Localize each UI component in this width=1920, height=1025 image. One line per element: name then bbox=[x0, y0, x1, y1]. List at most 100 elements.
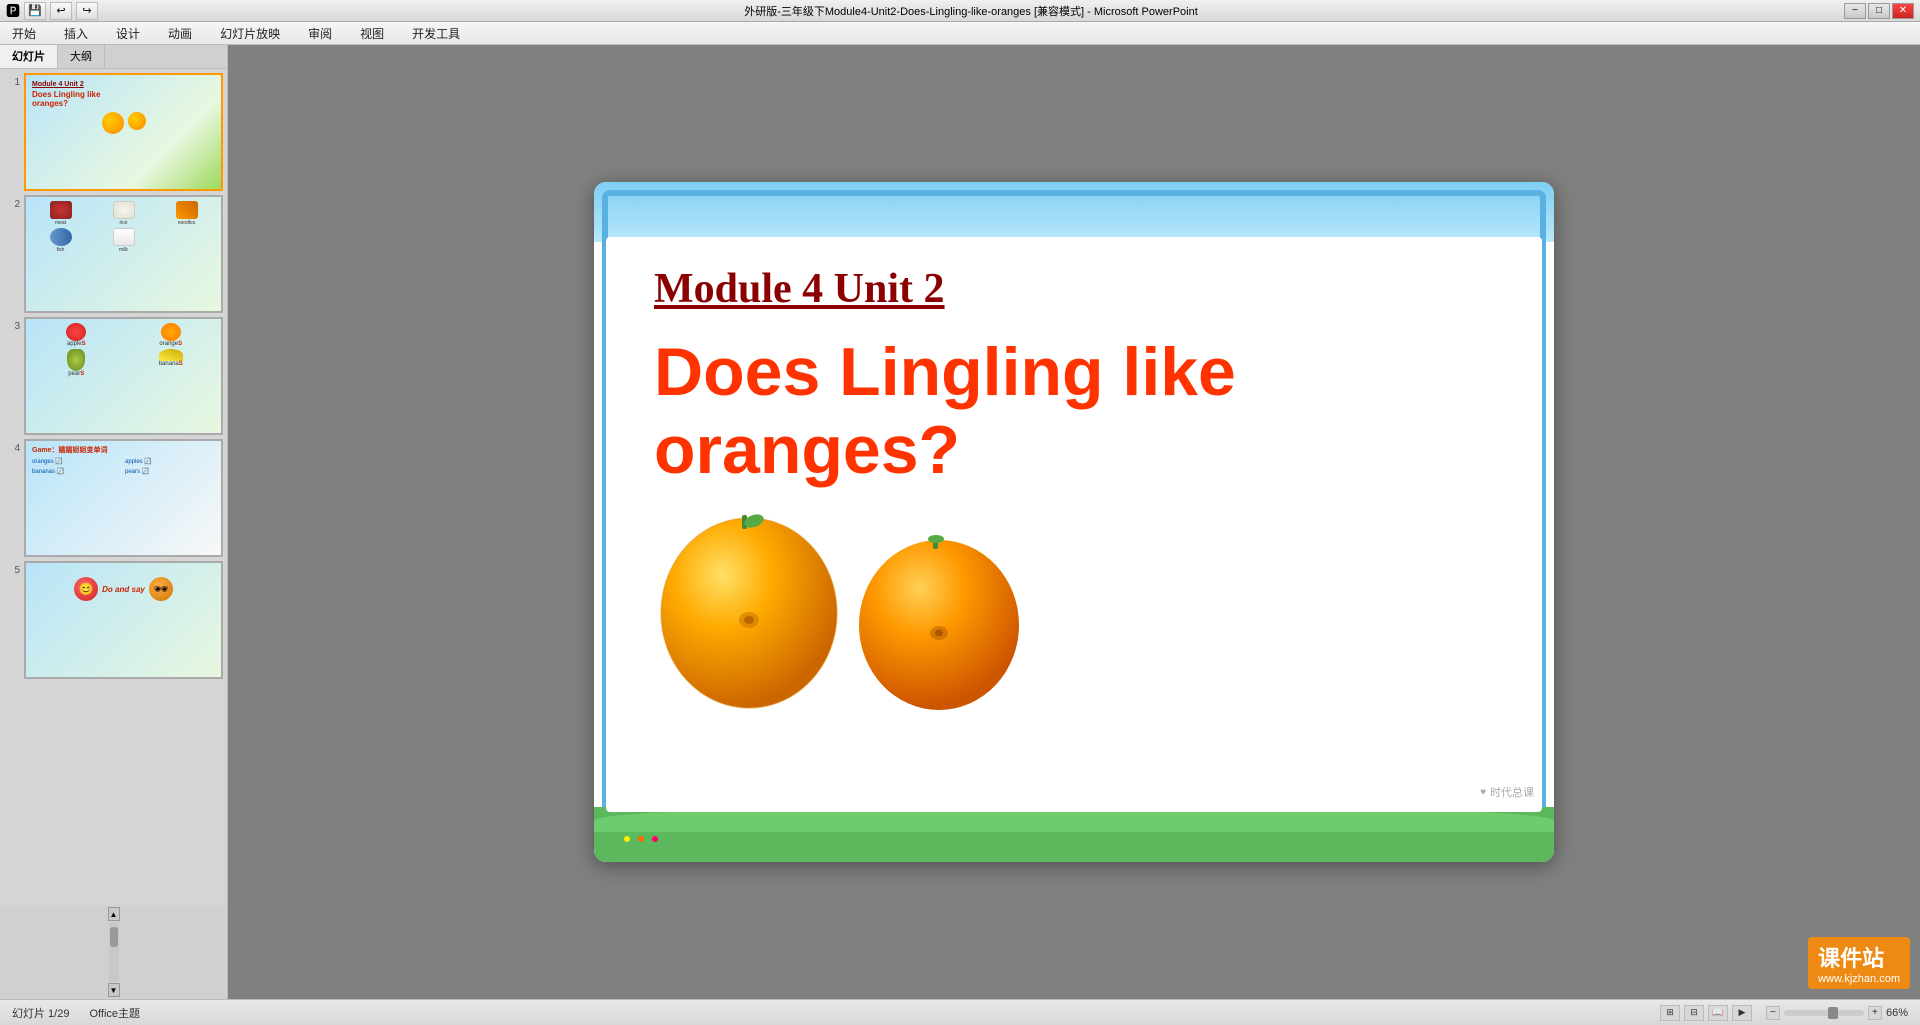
slide-thumb-1[interactable]: 1 Module 4 Unit 2 Does Lingling likeoran… bbox=[4, 73, 223, 191]
word-bananas: bananas 🔄 bbox=[32, 468, 122, 475]
zoom-slider-thumb[interactable] bbox=[1828, 1007, 1838, 1019]
slide-num-2: 2 bbox=[4, 195, 20, 210]
do-say-text: Do and say bbox=[102, 585, 145, 594]
slide-img-4[interactable]: Game：嬉嬉姐姐变单词 oranges 🔄 apples 🔄 bananas … bbox=[24, 439, 223, 557]
tab-slides[interactable]: 幻灯片 bbox=[0, 45, 58, 68]
slide-img-3[interactable]: appleS orangeS pearS bbox=[24, 317, 223, 435]
slide-thumb-4[interactable]: 4 Game：嬉嬉姐姐变单词 oranges 🔄 apples 🔄 banana… bbox=[4, 439, 223, 557]
scroll-thumb[interactable] bbox=[110, 927, 118, 947]
panel-tabs: 幻灯片 大纲 bbox=[0, 45, 227, 69]
slide-sorter-btn[interactable]: ⊟ bbox=[1684, 1005, 1704, 1021]
undo-quick-btn[interactable]: ↩ bbox=[50, 2, 72, 20]
rice-icon bbox=[113, 201, 135, 219]
menu-view[interactable]: 视图 bbox=[354, 23, 390, 44]
zoom-level: 66% bbox=[1886, 1007, 1908, 1019]
fruit-apples: appleS bbox=[30, 323, 123, 347]
do-say-icon2: 🕶 bbox=[149, 577, 173, 601]
app-icon: 🅿 bbox=[6, 1, 20, 21]
fruits-grid: appleS orangeS pearS bbox=[30, 323, 217, 377]
fruit-oranges: orangeS bbox=[125, 323, 218, 347]
thumb1-title: Module 4 Unit 2 bbox=[32, 81, 215, 88]
sky-strip bbox=[594, 182, 1554, 242]
theme-name: Office主题 bbox=[89, 1005, 140, 1021]
slide-thumb-2[interactable]: 2 meat rice bbox=[4, 195, 223, 313]
do-say-icon1: 😊 bbox=[74, 577, 98, 601]
apple-icon bbox=[66, 323, 86, 341]
close-button[interactable]: ✕ bbox=[1892, 3, 1914, 19]
fruit-pears: pearS bbox=[30, 349, 123, 377]
scroll-controls: ▲ ▼ bbox=[0, 905, 227, 999]
fish-label: fish bbox=[57, 247, 65, 253]
grass-decorations bbox=[624, 836, 658, 842]
menu-slideshow[interactable]: 幻灯片放映 bbox=[214, 23, 286, 44]
window-title: 外研版-三年级下Module4-Unit2-Does-Lingling-like… bbox=[98, 3, 1844, 19]
save-quick-btn[interactable]: 💾 bbox=[24, 2, 46, 20]
food-fish: fish bbox=[30, 228, 91, 253]
word-pears: pears 🔄 bbox=[125, 468, 215, 475]
slide-count: 幻灯片 1/29 bbox=[12, 1005, 69, 1021]
milk-icon bbox=[113, 228, 135, 246]
scroll-up[interactable]: ▲ bbox=[108, 907, 120, 921]
slide-img-2[interactable]: meat rice noodles bbox=[24, 195, 223, 313]
thumb1-orange-1 bbox=[102, 112, 124, 134]
slide-question: Does Lingling like oranges? bbox=[654, 333, 1236, 489]
main-area: 幻灯片 大纲 1 Module 4 Unit 2 Does Lingling l… bbox=[0, 45, 1920, 999]
slide-thumb-3[interactable]: 3 appleS orangeS bbox=[4, 317, 223, 435]
menu-review[interactable]: 审阅 bbox=[302, 23, 338, 44]
zoom-track bbox=[1784, 1010, 1864, 1016]
slide-num-1: 1 bbox=[4, 73, 20, 88]
redo-quick-btn[interactable]: ↪ bbox=[76, 2, 98, 20]
thumb1-oranges bbox=[32, 112, 215, 134]
food-milk: milk bbox=[93, 228, 154, 253]
scroll-track bbox=[109, 922, 119, 982]
slideshow-btn[interactable]: ▶ bbox=[1732, 1005, 1752, 1021]
tab-outline[interactable]: 大纲 bbox=[58, 45, 105, 68]
menu-start[interactable]: 开始 bbox=[6, 23, 42, 44]
food-meat: meat bbox=[30, 201, 91, 226]
word-apples: apples 🔄 bbox=[125, 458, 215, 465]
reading-view-btn[interactable]: 📖 bbox=[1708, 1005, 1728, 1021]
zoom-in-btn[interactable]: + bbox=[1868, 1006, 1882, 1020]
slide-title: Module 4 Unit 2 bbox=[654, 265, 945, 313]
fruit-bananas: bananaS bbox=[125, 349, 218, 377]
thumb1-orange-2 bbox=[128, 112, 146, 130]
maximize-button[interactable]: □ bbox=[1868, 3, 1890, 19]
food-noodles: noodles bbox=[156, 201, 217, 226]
zoom-out-btn[interactable]: − bbox=[1766, 1006, 1780, 1020]
slide-img-5[interactable]: 😊 Do and say 🕶 bbox=[24, 561, 223, 679]
meat-icon bbox=[50, 201, 72, 219]
menu-animation[interactable]: 动画 bbox=[162, 23, 198, 44]
menu-design[interactable]: 设计 bbox=[110, 23, 146, 44]
food-rice: rice bbox=[93, 201, 154, 226]
orange-svg-left bbox=[654, 505, 844, 715]
question-line2: oranges? bbox=[654, 412, 960, 488]
slide-num-3: 3 bbox=[4, 317, 20, 332]
slide-img-1[interactable]: Module 4 Unit 2 Does Lingling likeorange… bbox=[24, 73, 223, 191]
normal-view-btn[interactable]: ⊞ bbox=[1660, 1005, 1680, 1021]
thumb1-subtitle: Does Lingling likeoranges? bbox=[32, 90, 215, 108]
slide-thumb-5[interactable]: 5 😊 Do and say 🕶 bbox=[4, 561, 223, 679]
ribbon-area: 开始 插入 设计 动画 幻灯片放映 审阅 视图 开发工具 bbox=[0, 22, 1920, 45]
menu-bar: 开始 插入 设计 动画 幻灯片放映 审阅 视图 开发工具 bbox=[0, 22, 1920, 44]
flower-3 bbox=[652, 836, 658, 842]
window-controls: − □ ✕ bbox=[1844, 3, 1914, 19]
minimize-button[interactable]: − bbox=[1844, 3, 1866, 19]
orange-svg-right bbox=[854, 525, 1024, 715]
slide-num-5: 5 bbox=[4, 561, 20, 576]
game-title: Game：嬉嬉姐姐变单词 bbox=[32, 445, 215, 455]
watermark-icon: ♥ bbox=[1480, 787, 1486, 798]
orange-icon-2 bbox=[161, 323, 181, 341]
noodles-icon bbox=[176, 201, 198, 219]
banana-icon bbox=[159, 349, 183, 361]
oranges-container bbox=[654, 505, 1024, 715]
scroll-down[interactable]: ▼ bbox=[108, 983, 120, 997]
milk-label: milk bbox=[119, 247, 128, 253]
thumb2-foods: meat rice noodles bbox=[30, 201, 217, 253]
view-controls: ⊞ ⊟ 📖 ▶ − + 66% bbox=[1660, 1005, 1908, 1021]
rice-label: rice bbox=[119, 220, 127, 226]
menu-developer[interactable]: 开发工具 bbox=[406, 23, 466, 44]
ppt-area: Module 4 Unit 2 Does Lingling like orang… bbox=[228, 45, 1920, 999]
fish-icon bbox=[50, 228, 72, 246]
flower-1 bbox=[624, 836, 630, 842]
menu-insert[interactable]: 插入 bbox=[58, 23, 94, 44]
